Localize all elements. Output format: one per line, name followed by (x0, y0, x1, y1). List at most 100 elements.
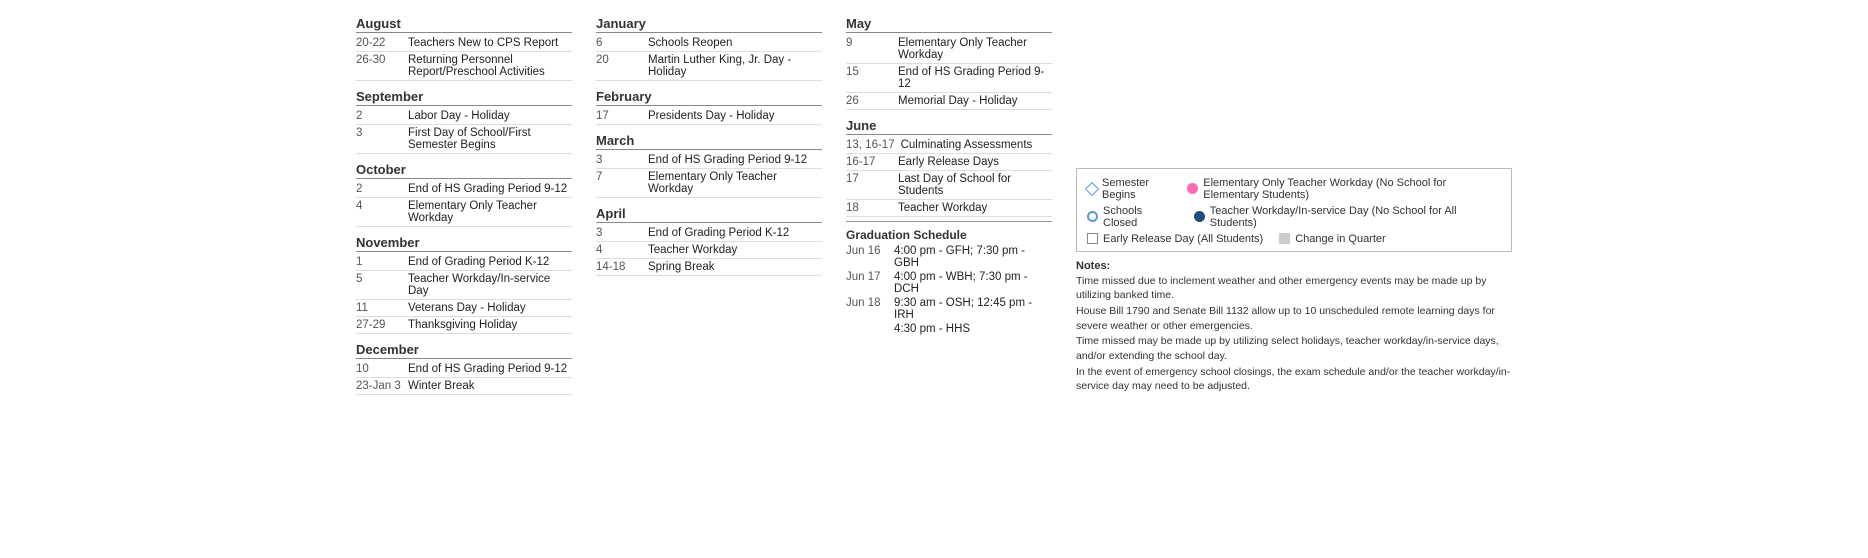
event-date: 2 (356, 110, 408, 122)
event-desc: Martin Luther King, Jr. Day - Holiday (648, 54, 822, 78)
circle-blue-outline-icon (1087, 211, 1098, 222)
diamond-icon (1085, 181, 1099, 195)
legend-label: Elementary Only Teacher Workday (No Scho… (1203, 177, 1501, 201)
notes-line: Time missed may be made up by utilizing … (1076, 334, 1512, 363)
event-date: 3 (356, 127, 408, 139)
legend-item: Semester Begins (1087, 177, 1171, 201)
event-date: 16-17 (846, 156, 898, 168)
event-date: 15 (846, 66, 898, 78)
event-date: 27-29 (356, 319, 408, 331)
event-date: 26 (846, 95, 898, 107)
notes-line: In the event of emergency school closing… (1076, 365, 1512, 394)
event-desc: Thanksgiving Holiday (408, 319, 572, 331)
event-row: 18Teacher Workday (846, 200, 1052, 217)
graduation-desc: 4:30 pm - HHS (894, 323, 970, 335)
graduation-desc: 9:30 am - OSH; 12:45 pm - IRH (894, 297, 1052, 321)
month-header: September (356, 89, 572, 106)
right-panel: May9Elementary Only Teacher Workday15End… (834, 0, 1064, 403)
event-desc: Returning Personnel Report/Preschool Act… (408, 54, 572, 78)
month-header: March (596, 133, 822, 150)
month-header: June (846, 118, 1052, 135)
event-date: 3 (596, 154, 648, 166)
month-header: August (356, 16, 572, 33)
legend-area: Semester Begins Elementary Only Teacher W… (1076, 168, 1512, 252)
event-desc: End of HS Grading Period 9-12 (408, 363, 572, 375)
event-row: 4Elementary Only Teacher Workday (356, 198, 572, 227)
event-row: 7Elementary Only Teacher Workday (596, 169, 822, 198)
event-desc: Culminating Assessments (901, 139, 1052, 151)
event-desc: Memorial Day - Holiday (898, 95, 1052, 107)
event-desc: End of HS Grading Period 9-12 (648, 154, 822, 166)
event-row: 15End of HS Grading Period 9-12 (846, 64, 1052, 93)
event-date: 9 (846, 37, 898, 49)
event-desc: Veterans Day - Holiday (408, 302, 572, 314)
event-date: 11 (356, 302, 408, 314)
event-row: 23-Jan 3Winter Break (356, 378, 572, 395)
event-row: 20-22Teachers New to CPS Report (356, 35, 572, 52)
event-date: 17 (596, 110, 648, 122)
event-row: 4Teacher Workday (596, 242, 822, 259)
event-row: 17Presidents Day - Holiday (596, 108, 822, 125)
event-date: 20 (596, 54, 648, 66)
event-desc: End of HS Grading Period 9-12 (408, 183, 572, 195)
event-desc: Teacher Workday (898, 202, 1052, 214)
legend-label: Semester Begins (1102, 177, 1171, 201)
notes-area: Notes: Time missed due to inclement weat… (1076, 260, 1512, 396)
event-desc: Last Day of School for Students (898, 173, 1052, 197)
event-row: 17Last Day of School for Students (846, 171, 1052, 200)
event-desc: Early Release Days (898, 156, 1052, 168)
legend-label: Change in Quarter (1295, 233, 1386, 245)
graduation-desc: 4:00 pm - WBH; 7:30 pm - DCH (894, 271, 1052, 295)
graduation-desc: 4:00 pm - GFH; 7:30 pm - GBH (894, 245, 1052, 269)
notes-line: Time missed due to inclement weather and… (1076, 274, 1512, 303)
event-date: 10 (356, 363, 408, 375)
event-desc: Labor Day - Holiday (408, 110, 572, 122)
event-date: 4 (596, 244, 648, 256)
graduation-header: Graduation Schedule (846, 228, 1052, 242)
graduation-date (846, 323, 894, 335)
event-row: 10End of HS Grading Period 9-12 (356, 361, 572, 378)
event-desc: Elementary Only Teacher Workday (408, 200, 572, 224)
event-row: 26Memorial Day - Holiday (846, 93, 1052, 110)
event-desc: Teacher Workday (648, 244, 822, 256)
event-date: 20-22 (356, 37, 408, 49)
legend-label: Teacher Workday/In-service Day (No Schoo… (1210, 205, 1501, 229)
event-row: 3First Day of School/First Semester Begi… (356, 125, 572, 154)
event-desc: End of Grading Period K-12 (648, 227, 822, 239)
event-date: 17 (846, 173, 898, 185)
legend-item: Elementary Only Teacher Workday (No Scho… (1187, 177, 1501, 201)
event-desc: Spring Break (648, 261, 822, 273)
legend-item: Schools Closed (1087, 205, 1178, 229)
event-date: 14-18 (596, 261, 648, 273)
middle-panel: January6Schools Reopen20Martin Luther Ki… (584, 0, 834, 403)
event-date: 1 (356, 256, 408, 268)
event-date: 5 (356, 273, 408, 285)
event-desc: Teacher Workday/In-service Day (408, 273, 572, 297)
graduation-row: Jun 164:00 pm - GFH; 7:30 pm - GBH (846, 244, 1052, 270)
event-row: 9Elementary Only Teacher Workday (846, 35, 1052, 64)
graduation-date: Jun 17 (846, 271, 894, 295)
event-row: 26-30Returning Personnel Report/Preschoo… (356, 52, 572, 81)
bottom-panel: Semester Begins Elementary Only Teacher W… (1064, 0, 1524, 403)
event-row: 5Teacher Workday/In-service Day (356, 271, 572, 300)
event-desc: Presidents Day - Holiday (648, 110, 822, 122)
event-desc: End of Grading Period K-12 (408, 256, 572, 268)
month-header: January (596, 16, 822, 33)
event-date: 4 (356, 200, 408, 212)
event-row: 2End of HS Grading Period 9-12 (356, 181, 572, 198)
event-row: 1End of Grading Period K-12 (356, 254, 572, 271)
event-date: 7 (596, 171, 648, 183)
event-row: 16-17Early Release Days (846, 154, 1052, 171)
left-panel: August20-22Teachers New to CPS Report26-… (344, 0, 584, 403)
event-date: 23-Jan 3 (356, 380, 408, 392)
event-date: 26-30 (356, 54, 408, 66)
month-header: November (356, 235, 572, 252)
event-row: 2Labor Day - Holiday (356, 108, 572, 125)
square-gray-icon (1279, 233, 1290, 244)
notes-line: House Bill 1790 and Senate Bill 1132 all… (1076, 304, 1512, 333)
event-row: 11Veterans Day - Holiday (356, 300, 572, 317)
graduation-date: Jun 18 (846, 297, 894, 321)
event-date: 3 (596, 227, 648, 239)
event-date: 6 (596, 37, 648, 49)
legend-label: Early Release Day (All Students) (1103, 233, 1263, 245)
